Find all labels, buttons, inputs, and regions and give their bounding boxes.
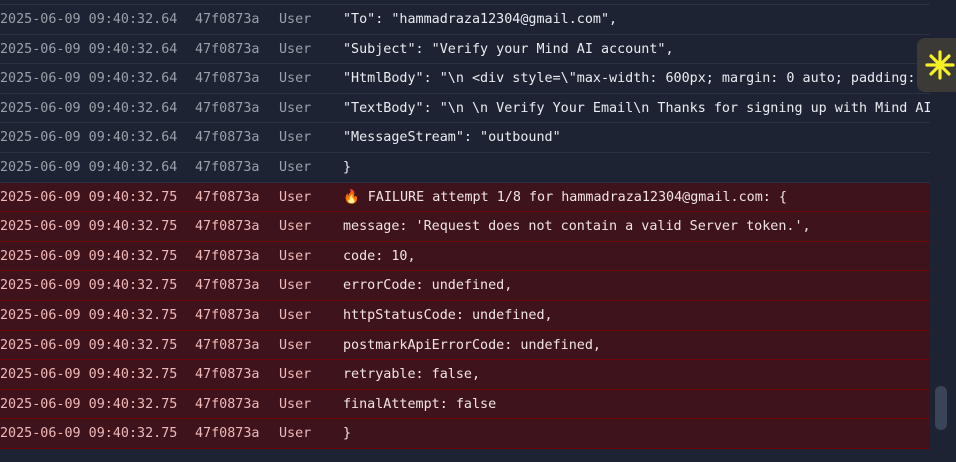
log-request-id: 47f0873a [195,41,260,57]
log-request-id: 47f0873a [195,278,260,294]
log-message: code: 10, [343,248,416,264]
log-timestamp: 2025-06-09 09:40:32.64 [0,12,178,27]
log-source: User [279,71,312,87]
log-source: User [279,12,312,27]
log-timestamp: 2025-06-09 09:40:32.75 [0,189,178,205]
log-message: "Subject": "Verify your Mind AI account"… [343,41,674,57]
log-row[interactable]: 2025-06-09 09:40:32.64 47f0873a User "Subje… [0,35,930,65]
log-row[interactable]: 2025-06-09 09:40:32.75 47f0873a User code: … [0,241,930,272]
log-row[interactable]: 2025-06-09 09:40:32.75 47f0873a User finalA… [0,389,930,420]
log-request-id: 47f0873a [195,12,260,27]
log-request-id: 47f0873a [195,248,260,264]
log-source: User [279,189,312,205]
log-request-id: 47f0873a [195,337,260,353]
log-row[interactable]: 2025-06-09 09:40:32.64 47f0873a User "To": … [0,5,930,35]
assistant-badge-button[interactable] [917,38,956,92]
log-source: User [279,337,312,353]
log-source: User [279,307,312,323]
log-message: } [343,426,352,442]
log-message: httpStatusCode: undefined, [343,307,553,323]
log-request-id: 47f0873a [195,396,260,412]
log-row[interactable]: 2025-06-09 09:40:32.75 47f0873a User 🔥 FAIL… [0,182,930,213]
log-timestamp: 2025-06-09 09:40:32.75 [0,426,178,442]
log-request-id: 47f0873a [195,426,260,442]
log-timestamp: 2025-06-09 09:40:32.64 [0,71,178,87]
log-message: "TextBody": "\n \n Verify Your Email\n T… [343,100,930,116]
log-timestamp: 2025-06-09 09:40:32.75 [0,278,178,294]
log-source: User [279,159,312,175]
log-row[interactable]: 2025-06-09 09:40:32.64 47f0873a User "TextB… [0,94,930,124]
log-row[interactable]: 2025-06-09 09:40:32.75 47f0873a User messag… [0,212,930,242]
log-request-id: 47f0873a [195,130,260,146]
log-row[interactable]: 2025-06-09 09:40:32.64 47f0873a User} [0,153,930,183]
log-row[interactable]: 2025-06-09 09:40:32.75 47f0873a User postma… [0,330,930,361]
log-request-id: 47f0873a [195,159,260,175]
log-timestamp: 2025-06-09 09:40:32.75 [0,367,178,383]
log-request-id: 47f0873a [195,100,260,116]
log-row[interactable]: 2025-06-09 09:40:32.64 47f0873a User "HtmlB… [0,64,930,94]
log-source: User [279,278,312,294]
log-request-id: 47f0873a [195,189,260,205]
log-timestamp: 2025-06-09 09:40:32.64 [0,130,178,146]
log-row[interactable]: 2025-06-09 09:40:32.64 47f0873a User "Messa… [0,123,930,153]
log-timestamp: 2025-06-09 09:40:32.75 [0,337,178,353]
log-message: "MessageStream": "outbound" [343,130,561,146]
log-source: User [279,100,312,116]
log-source: User [279,41,312,57]
log-timestamp: 2025-06-09 09:40:32.75 [0,219,178,235]
log-row[interactable]: 2025-06-09 09:40:32.75 47f0873a User} [0,419,930,449]
scrollbar-thumb[interactable] [935,386,947,430]
log-source: User [279,367,312,383]
log-source: User [279,219,312,235]
log-source: User [279,248,312,264]
log-timestamp: 2025-06-09 09:40:32.75 [0,248,178,264]
log-message: postmarkApiErrorCode: undefined, [343,337,601,353]
log-timestamp: 2025-06-09 09:40:32.64 [0,100,178,116]
log-source: User [279,426,312,442]
log-message: 🔥 FAILURE attempt 1/8 for hammadraza1230… [343,189,787,205]
log-row[interactable]: 2025-06-09 09:40:32.75 47f0873a User retrya… [0,360,930,390]
log-message: "HtmlBody": "\n <div style=\"max-width: … [343,71,916,87]
log-message: retryable: false, [343,367,481,383]
log-row[interactable]: 2025-06-09 09:40:32.75 47f0873a User errorC… [0,271,930,301]
log-list: 2025-06-09 09:40:32.64 47f0873a User "To": … [0,5,930,449]
log-request-id: 47f0873a [195,307,260,323]
log-timestamp: 2025-06-09 09:40:32.75 [0,396,178,412]
log-timestamp: 2025-06-09 09:40:32.75 [0,307,178,323]
log-message: message: 'Request does not contain a val… [343,219,811,235]
log-request-id: 47f0873a [195,71,260,87]
log-message: "To": "hammadraza12304@gmail.com", [343,12,618,27]
asterisk-icon [924,50,955,80]
log-source: User [279,130,312,146]
log-message: errorCode: undefined, [343,278,513,294]
log-message: } [343,159,352,175]
log-timestamp: 2025-06-09 09:40:32.64 [0,159,178,175]
log-timestamp: 2025-06-09 09:40:32.64 [0,41,178,57]
log-message: finalAttempt: false [343,396,497,412]
log-row[interactable]: 2025-06-09 09:40:32.75 47f0873a User httpSt… [0,300,930,331]
log-request-id: 47f0873a [195,219,260,235]
log-source: User [279,396,312,412]
log-request-id: 47f0873a [195,367,260,383]
